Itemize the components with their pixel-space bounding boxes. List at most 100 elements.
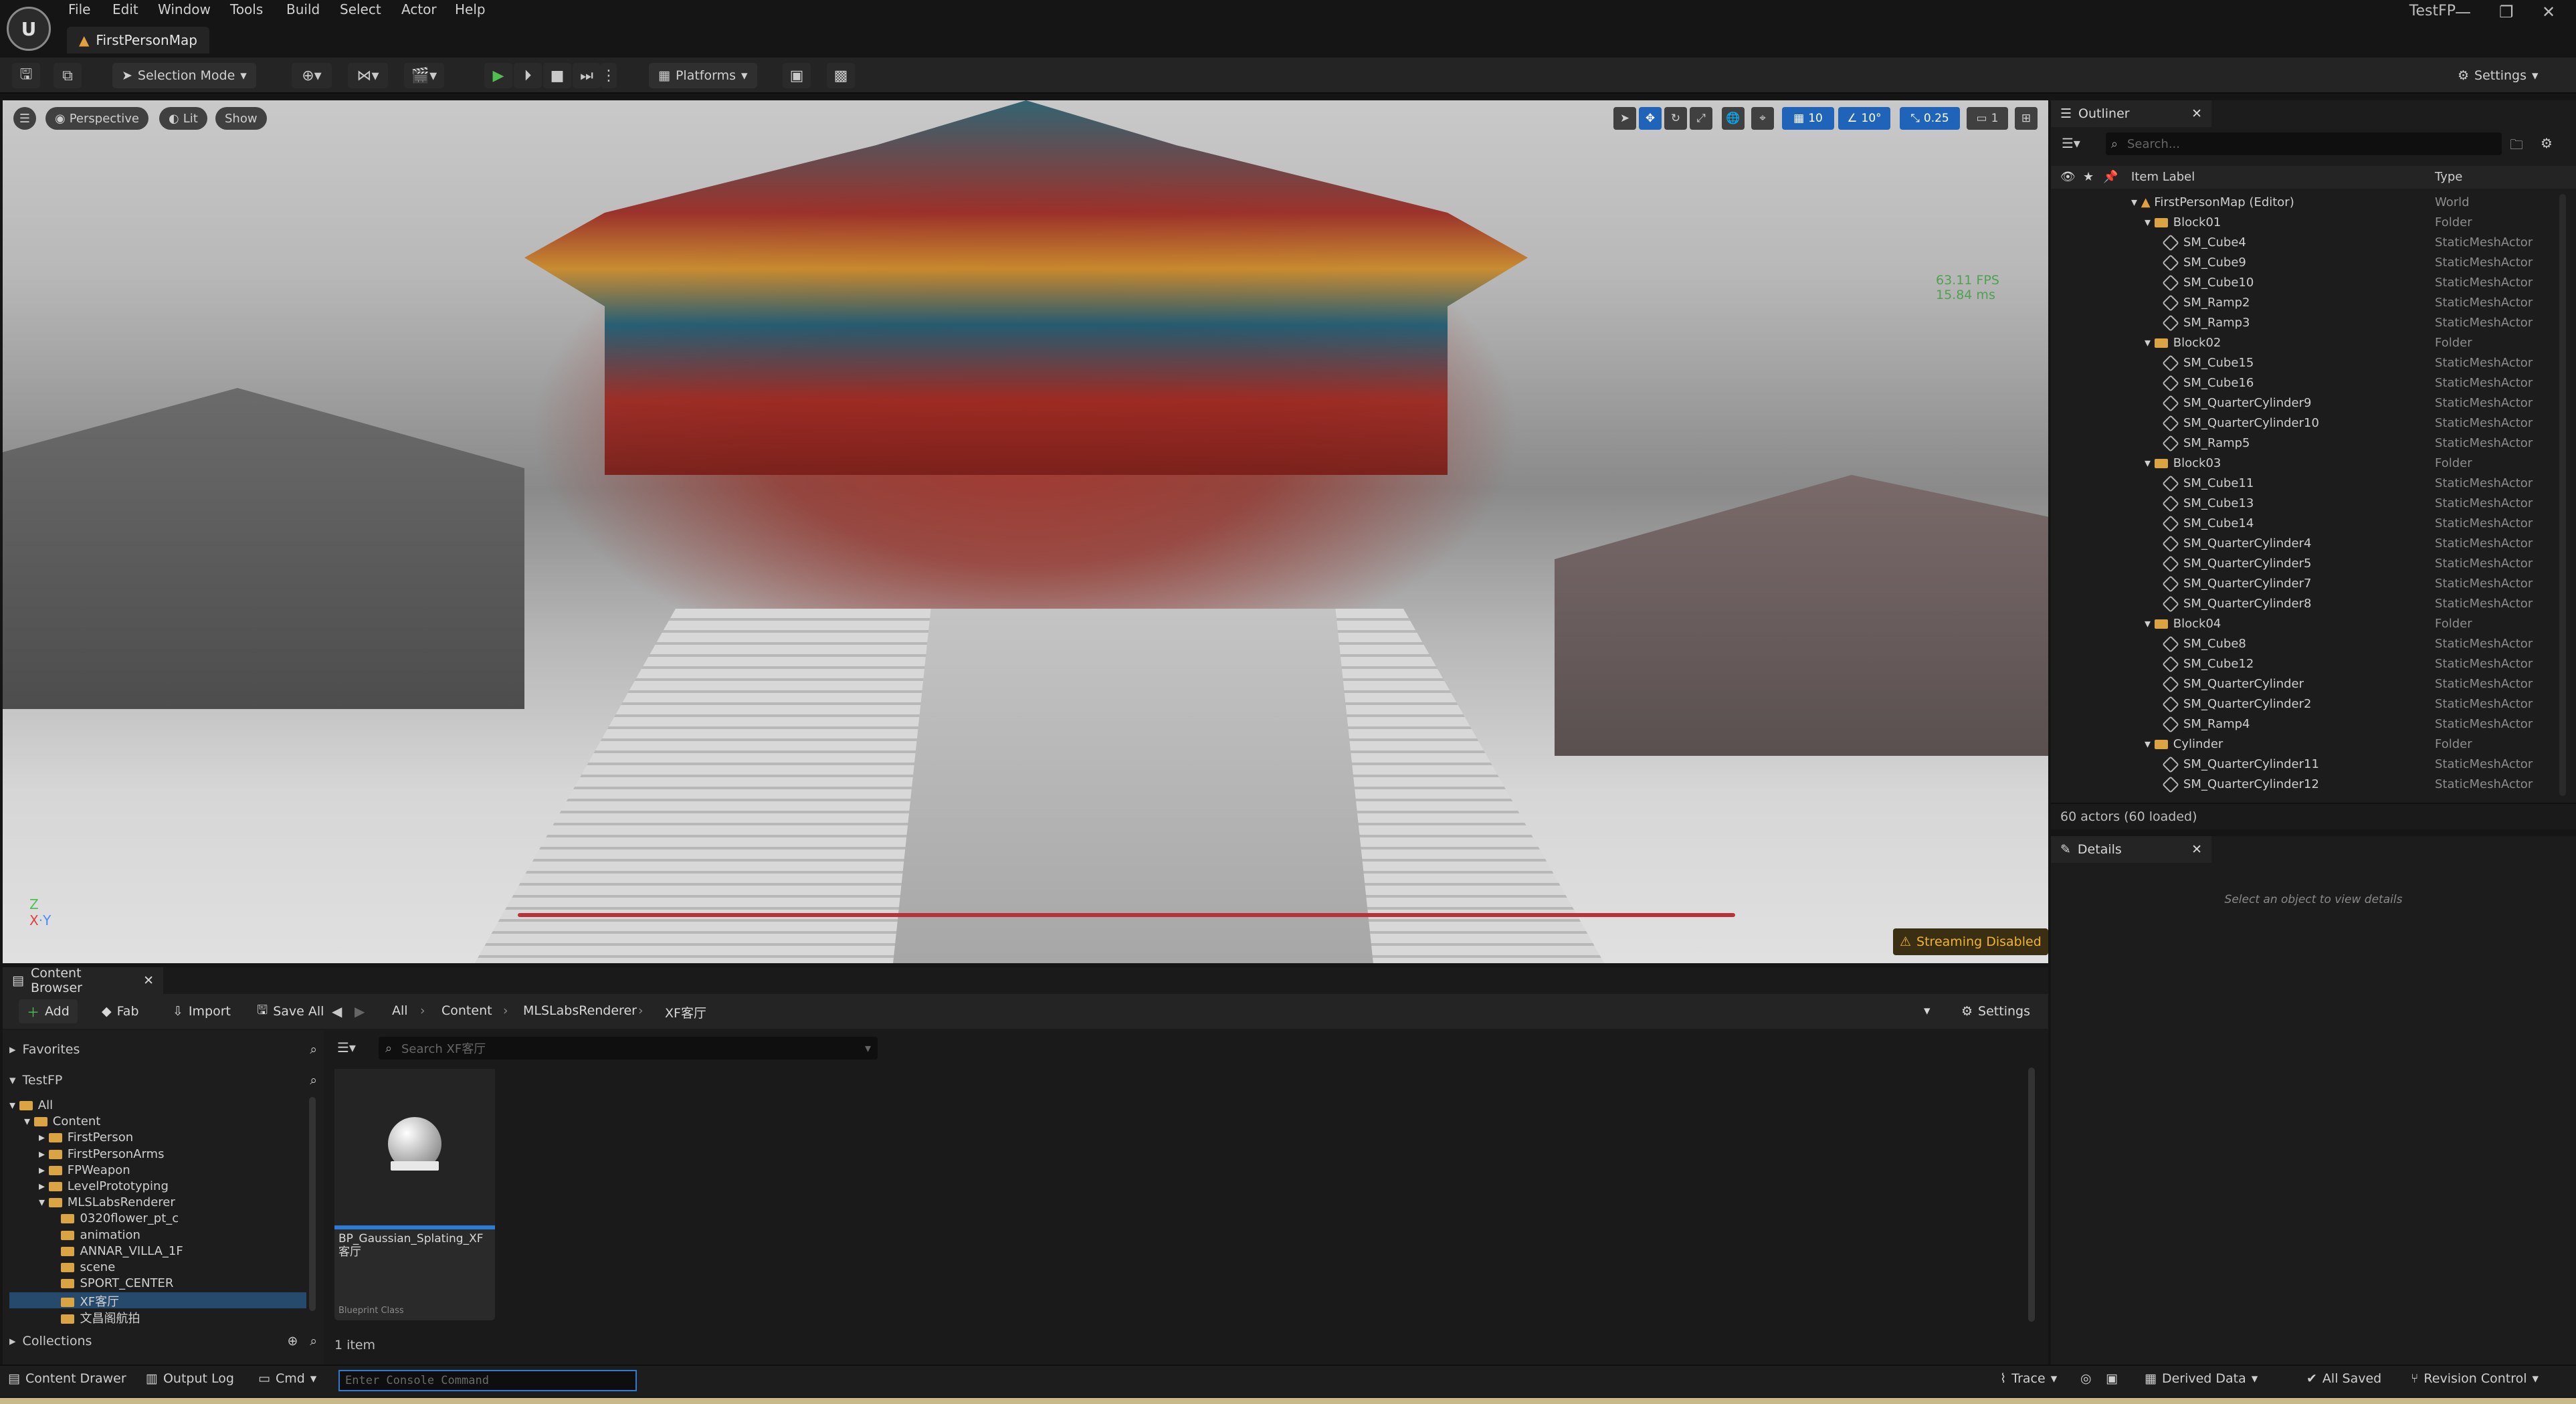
folder-tree-item[interactable]: ▸ FPWeapon — [9, 1163, 306, 1179]
chevron-icon[interactable] — [54, 1211, 61, 1225]
outliner-row[interactable]: SM_Cube9 StaticMeshActor — [2051, 253, 2576, 273]
outliner-row[interactable]: SM_Cube14 StaticMeshActor — [2051, 514, 2576, 534]
chevron-icon[interactable]: ▸ — [39, 1130, 49, 1144]
folder-tree-item[interactable]: 文昌阁航拍 — [9, 1309, 306, 1326]
back-icon[interactable]: ◀ — [332, 1003, 342, 1019]
outliner-row[interactable]: SM_QuarterCylinder10 StaticMeshActor — [2051, 413, 2576, 433]
chevron-icon[interactable]: ▾ — [39, 1195, 49, 1209]
revision-control-button[interactable]: ⑂ Revision Control ▾ — [2411, 1371, 2539, 1386]
viewport-menu-icon[interactable]: ☰ — [13, 107, 36, 130]
content-drawer-button[interactable]: ▤ Content Drawer — [8, 1371, 126, 1386]
more-options-icon[interactable]: ⋮ — [601, 63, 617, 88]
outliner-tab[interactable]: ☰ Outliner ✕ — [2051, 100, 2211, 127]
grid-snap-button[interactable]: ▦ 10 — [1782, 107, 1834, 130]
outliner-row[interactable]: SM_Cube10 StaticMeshActor — [2051, 273, 2576, 293]
outliner-settings-icon[interactable]: ⚙ — [2541, 135, 2553, 151]
plugin-icon-2[interactable]: ▩ — [827, 63, 855, 88]
folder-tree-item[interactable]: ▾ All — [9, 1098, 306, 1114]
outliner-row[interactable]: SM_Cube12 StaticMeshActor — [2051, 654, 2576, 674]
rotate-tool-icon[interactable]: ↻ — [1664, 107, 1687, 130]
search-icon[interactable]: ⌕ — [310, 1334, 317, 1348]
world-space-icon[interactable]: 🌐 — [1722, 107, 1745, 130]
launch-icon[interactable]: ⏭ — [573, 63, 601, 88]
save-icon[interactable]: 🖫 — [12, 63, 40, 88]
folder-tree-item[interactable]: 0320flower_pt_c — [9, 1211, 306, 1227]
menu-actor[interactable]: Actor — [401, 1, 437, 23]
streaming-disabled-badge[interactable]: ⚠ Streaming Disabled — [1893, 928, 2048, 955]
camera-speed-button[interactable]: ▭ 1 — [1967, 107, 2008, 130]
chevron-down-icon[interactable]: ▾ — [2145, 737, 2155, 751]
chevron-icon[interactable]: ▸ — [39, 1179, 49, 1193]
save-all-button[interactable]: 🖫 Save All — [249, 999, 332, 1023]
outliner-row[interactable]: SM_Cube4 StaticMeshActor — [2051, 233, 2576, 253]
settings-button[interactable]: ⚙ Settings ▾ — [2448, 63, 2548, 88]
pin-icon[interactable]: 📌 — [2103, 170, 2118, 184]
outliner-row[interactable]: SM_QuarterCylinder7 StaticMeshActor — [2051, 574, 2576, 594]
folder-tree-item[interactable]: scene — [9, 1260, 306, 1276]
asset-scrollbar[interactable] — [2028, 1068, 2035, 1322]
add-collection-icon[interactable]: ⊕ — [287, 1334, 298, 1348]
chevron-down-icon[interactable]: ▾ — [2145, 617, 2155, 631]
outliner-row[interactable]: SM_QuarterCylinder2 StaticMeshActor — [2051, 694, 2576, 714]
level-viewport[interactable]: ☰ ◉ Perspective ◐ Lit Show ➤ ✥ ↻ ⤢ 🌐 ⌖ ▦… — [3, 100, 2048, 963]
folder-tree-item[interactable]: ▸ FirstPerson — [9, 1130, 306, 1146]
menu-file[interactable]: File — [68, 1, 90, 23]
surface-snap-icon[interactable]: ⌖ — [1751, 107, 1774, 130]
close-icon[interactable]: ✕ — [2191, 106, 2202, 121]
restore-icon[interactable]: ❐ — [2499, 3, 2514, 21]
outliner-row[interactable]: SM_QuarterCylinder4 StaticMeshActor — [2051, 534, 2576, 554]
details-tab[interactable]: ✎ Details ✕ — [2051, 836, 2211, 863]
outliner-row[interactable]: SM_Cube13 StaticMeshActor — [2051, 494, 2576, 514]
filter-icon[interactable]: ☰▾ — [337, 1039, 356, 1056]
content-browser-tab[interactable]: ▤ Content Browser ✕ — [3, 966, 163, 995]
chevron-icon[interactable] — [54, 1276, 61, 1290]
visibility-icon[interactable]: 👁 — [2060, 170, 2076, 184]
show-button[interactable]: Show — [215, 107, 267, 130]
outliner-row[interactable]: ▾ Block02 Folder — [2051, 333, 2576, 353]
outliner-row[interactable]: ▾ Block01 Folder — [2051, 213, 2576, 233]
collections-section[interactable]: ▸ Collections ⊕ ⌕ — [9, 1331, 317, 1351]
menu-window[interactable]: Window — [158, 1, 211, 23]
menu-select[interactable]: Select — [340, 1, 381, 23]
folder-tree-item[interactable]: SPORT_CENTER — [9, 1276, 306, 1292]
chevron-icon[interactable] — [54, 1228, 61, 1242]
chevron-icon[interactable]: ▸ — [39, 1163, 49, 1177]
outliner-row[interactable]: ▾ ▲ FirstPersonMap (Editor) World — [2051, 193, 2576, 213]
add-button[interactable]: ＋ Add — [19, 999, 78, 1023]
derived-data-button[interactable]: ▦ Derived Data ▾ — [2145, 1371, 2258, 1386]
breadcrumb-xf[interactable]: XF客厅 — [665, 1003, 706, 1021]
chevron-icon[interactable] — [54, 1244, 61, 1258]
chevron-icon[interactable] — [54, 1295, 61, 1309]
close-icon[interactable]: ✕ — [2191, 842, 2202, 857]
search-icon[interactable]: ⌕ — [310, 1042, 317, 1057]
scale-tool-icon[interactable]: ⤢ — [1690, 107, 1712, 130]
tree-scrollbar[interactable] — [309, 1097, 316, 1311]
outliner-row[interactable]: SM_QuarterCylinder8 StaticMeshActor — [2051, 594, 2576, 614]
record-icon[interactable]: ◎ — [2080, 1371, 2092, 1386]
close-icon[interactable]: ✕ — [143, 973, 154, 988]
outliner-row[interactable]: SM_Ramp4 StaticMeshActor — [2051, 714, 2576, 734]
favorites-section[interactable]: ▸ Favorites ⌕ — [9, 1039, 317, 1060]
content-settings-button[interactable]: ⚙ Settings — [1953, 999, 2038, 1023]
browse-icon[interactable]: ⧉ — [54, 63, 82, 88]
fab-button[interactable]: ◆ Fab — [94, 999, 147, 1023]
outliner-row[interactable]: SM_Cube16 StaticMeshActor — [2051, 373, 2576, 393]
outliner-row[interactable]: ▾ Block03 Folder — [2051, 454, 2576, 474]
type-column[interactable]: Type — [2435, 170, 2462, 184]
chevron-icon[interactable]: ▾ — [24, 1114, 34, 1128]
select-tool-icon[interactable]: ➤ — [1613, 107, 1636, 130]
outliner-row[interactable]: ▾ Cylinder Folder — [2051, 734, 2576, 755]
outliner-row[interactable]: SM_Ramp2 StaticMeshActor — [2051, 293, 2576, 313]
outliner-row[interactable]: SM_Ramp5 StaticMeshActor — [2051, 433, 2576, 454]
outliner-row[interactable]: SM_QuarterCylinder11 StaticMeshActor — [2051, 755, 2576, 775]
chevron-icon[interactable]: ▾ — [9, 1098, 19, 1112]
rotation-snap-button[interactable]: ∠ 10° — [1838, 107, 1890, 130]
breadcrumb-all[interactable]: All — [392, 1003, 408, 1018]
breadcrumb-content[interactable]: Content — [441, 1003, 492, 1018]
favorite-icon[interactable]: ★ — [2083, 170, 2094, 184]
layout-icon[interactable]: ⊞ — [2015, 107, 2038, 130]
minimize-icon[interactable]: — — [2455, 3, 2471, 21]
outliner-row[interactable]: SM_Cube15 StaticMeshActor — [2051, 353, 2576, 373]
chevron-icon[interactable] — [54, 1312, 61, 1326]
map-tab[interactable]: ▲ FirstPersonMap — [67, 27, 209, 54]
